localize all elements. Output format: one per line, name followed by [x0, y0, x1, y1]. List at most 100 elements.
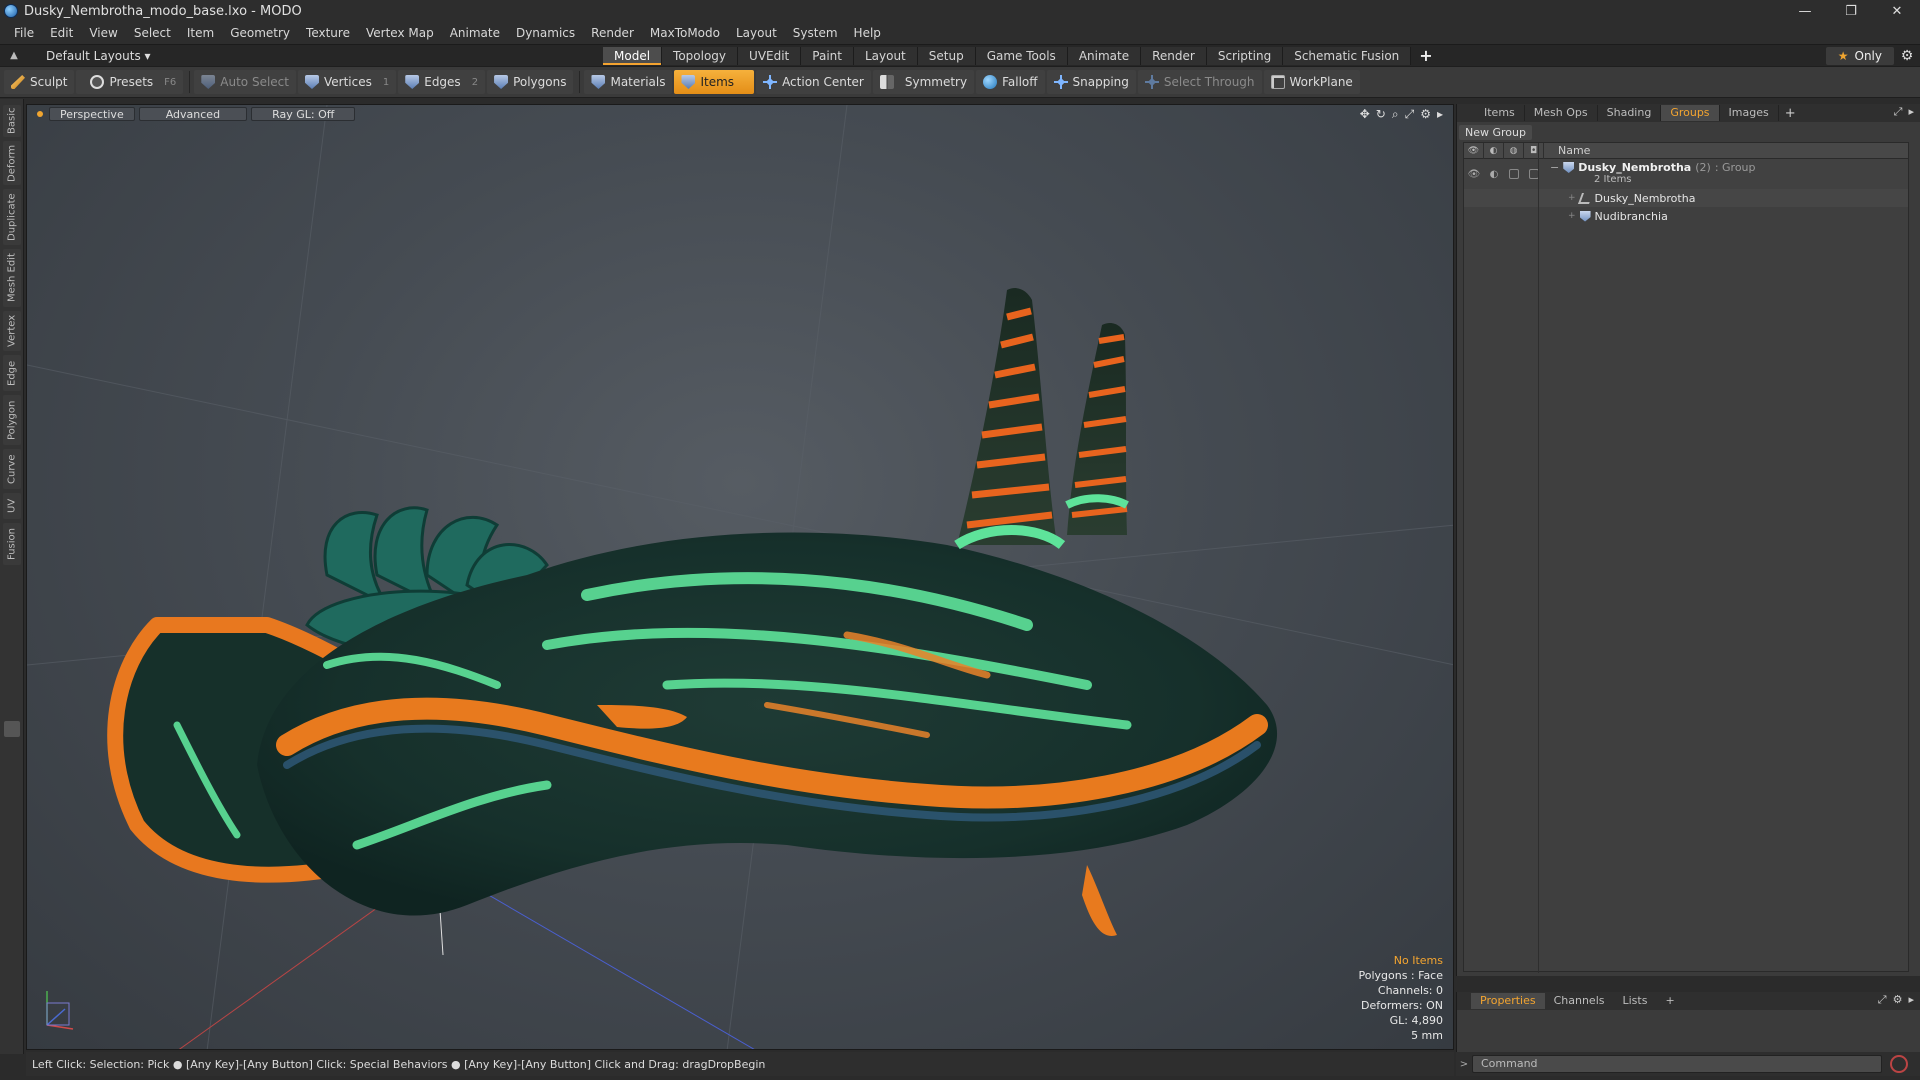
add-tab-button[interactable]: +: [1411, 47, 1440, 65]
zoom-icon[interactable]: ⌕: [1392, 107, 1399, 122]
tab-model[interactable]: Model: [603, 47, 663, 65]
3d-viewport[interactable]: Perspective Advanced Ray GL: Off ✥ ↻ ⌕ ⤢…: [26, 104, 1454, 1050]
tab-properties[interactable]: Properties: [1471, 993, 1545, 1009]
menu-edit[interactable]: Edit: [42, 22, 81, 44]
lock-header-icon[interactable]: ◍: [1504, 142, 1524, 159]
menu-help[interactable]: Help: [846, 22, 889, 44]
menu-vertex-map[interactable]: Vertex Map: [358, 22, 442, 44]
left-tab-fusion[interactable]: Fusion: [3, 523, 21, 565]
menu-item[interactable]: Item: [179, 22, 222, 44]
viewport-settings-icon[interactable]: ⚙: [1420, 107, 1431, 122]
action-center-button[interactable]: Action Center: [756, 70, 871, 94]
materials-button[interactable]: Materials: [584, 70, 673, 94]
lock-toggle[interactable]: [1504, 165, 1524, 183]
close-button[interactable]: ✕: [1874, 0, 1920, 22]
tab-mesh-ops[interactable]: Mesh Ops: [1525, 105, 1598, 121]
left-tab-polygon[interactable]: Polygon: [3, 395, 21, 445]
panel-menu-arrow-icon[interactable]: ▸: [1908, 105, 1914, 119]
falloff-button[interactable]: Falloff: [976, 70, 1045, 94]
tab-animate[interactable]: Animate: [1067, 47, 1142, 65]
command-input[interactable]: Command: [1472, 1055, 1882, 1073]
tab-topology[interactable]: Topology: [662, 47, 739, 65]
visibility-header-icon[interactable]: 👁: [1464, 142, 1484, 159]
left-tab-duplicate[interactable]: Duplicate: [3, 189, 21, 245]
rotate-icon[interactable]: ↻: [1376, 107, 1386, 122]
snapping-button[interactable]: Snapping: [1046, 70, 1136, 94]
left-tab-edge[interactable]: Edge: [3, 355, 21, 391]
menu-system[interactable]: System: [785, 22, 846, 44]
workplane-button[interactable]: WorkPlane: [1263, 70, 1360, 94]
left-tab-curve[interactable]: Curve: [3, 449, 21, 489]
view-type-select[interactable]: Perspective: [49, 107, 135, 121]
collapse-up-icon[interactable]: ▲: [6, 49, 22, 63]
render-toggle-icon[interactable]: ◐: [1484, 165, 1504, 183]
viewport-menu-arrow-icon[interactable]: ▸: [1437, 107, 1443, 122]
tab-schematic-fusion[interactable]: Schematic Fusion: [1283, 47, 1412, 65]
command-history-arrow-icon[interactable]: >: [1456, 1059, 1472, 1070]
left-tab-mesh-edit[interactable]: Mesh Edit: [3, 249, 21, 307]
tab-groups[interactable]: Groups: [1661, 105, 1720, 121]
menu-dynamics[interactable]: Dynamics: [508, 22, 583, 44]
fit-icon[interactable]: ⤢: [1405, 107, 1415, 122]
menu-file[interactable]: File: [6, 22, 42, 44]
properties-gear-icon[interactable]: ⚙: [1893, 993, 1903, 1007]
menu-animate[interactable]: Animate: [442, 22, 508, 44]
menu-view[interactable]: View: [81, 22, 125, 44]
sculpt-button[interactable]: Sculpt: [4, 70, 75, 94]
auto-select-button[interactable]: Auto Select: [194, 70, 296, 94]
menu-maxtomodo[interactable]: MaxToModo: [642, 22, 728, 44]
pan-icon[interactable]: ✥: [1360, 107, 1370, 122]
symmetry-button[interactable]: Symmetry: [872, 70, 975, 94]
left-tab-basic[interactable]: Basic: [3, 105, 21, 137]
render-header-icon[interactable]: ◐: [1484, 142, 1504, 159]
vertices-button[interactable]: Vertices 1: [297, 70, 397, 94]
presets-button[interactable]: Presets F6: [76, 70, 184, 94]
name-column-header[interactable]: Name: [1544, 144, 1590, 157]
shading-mode-select[interactable]: Advanced: [138, 107, 248, 121]
visibility-toggle-icon[interactable]: 👁: [1464, 165, 1484, 183]
expand-icon[interactable]: ⤢: [1894, 105, 1903, 119]
select-toggle[interactable]: [1524, 165, 1544, 183]
restore-button[interactable]: ❐: [1828, 0, 1874, 22]
tab-channels[interactable]: Channels: [1545, 993, 1614, 1009]
tab-scripting[interactable]: Scripting: [1206, 47, 1284, 65]
select-header-icon[interactable]: ◘: [1524, 142, 1544, 159]
strip-toggle-button[interactable]: [4, 721, 20, 737]
tab-uvedit[interactable]: UVEdit: [738, 47, 802, 65]
tab-images[interactable]: Images: [1720, 105, 1779, 121]
add-panel-tab-button[interactable]: +: [1779, 106, 1802, 121]
menu-geometry[interactable]: Geometry: [222, 22, 298, 44]
layout-select[interactable]: Default Layouts ▾: [28, 49, 151, 63]
menu-select[interactable]: Select: [126, 22, 179, 44]
tree-row-group[interactable]: 👁 ◐ − Dusky_Nembrotha (2) : Group 2 Item…: [1464, 159, 1908, 189]
raygl-toggle[interactable]: Ray GL: Off: [251, 107, 356, 121]
tab-paint[interactable]: Paint: [801, 47, 854, 65]
only-button[interactable]: ★ Only: [1825, 47, 1894, 65]
new-group-button[interactable]: New Group: [1459, 125, 1532, 140]
command-stop-icon[interactable]: [1890, 1055, 1908, 1073]
tab-lists[interactable]: Lists: [1614, 993, 1657, 1009]
menu-layout[interactable]: Layout: [728, 22, 785, 44]
menu-render[interactable]: Render: [583, 22, 642, 44]
tab-items[interactable]: Items: [1475, 105, 1525, 121]
items-button[interactable]: Items: [674, 70, 755, 94]
add-properties-tab-button[interactable]: +: [1656, 993, 1683, 1009]
left-tab-vertex[interactable]: Vertex: [3, 311, 21, 351]
menu-texture[interactable]: Texture: [298, 22, 358, 44]
tab-shading[interactable]: Shading: [1598, 105, 1662, 121]
tab-game-tools[interactable]: Game Tools: [975, 47, 1068, 65]
minimize-button[interactable]: —: [1782, 0, 1828, 22]
tree-row-child[interactable]: + Dusky_Nembrotha: [1464, 189, 1908, 207]
select-through-button[interactable]: Select Through: [1137, 70, 1262, 94]
tab-layout[interactable]: Layout: [853, 47, 918, 65]
polygons-button[interactable]: Polygons: [487, 70, 574, 94]
collapse-icon[interactable]: −: [1550, 161, 1559, 174]
left-tab-deform[interactable]: Deform: [3, 141, 21, 185]
expand-icon[interactable]: +: [1568, 193, 1576, 203]
tree-row-child[interactable]: + Nudibranchia: [1464, 207, 1908, 225]
tab-setup[interactable]: Setup: [917, 47, 976, 65]
tab-render[interactable]: Render: [1141, 47, 1207, 65]
edges-button[interactable]: Edges 2: [398, 70, 486, 94]
gear-icon[interactable]: ⚙: [1894, 48, 1920, 64]
properties-expand-icon[interactable]: ⤢: [1878, 993, 1887, 1007]
